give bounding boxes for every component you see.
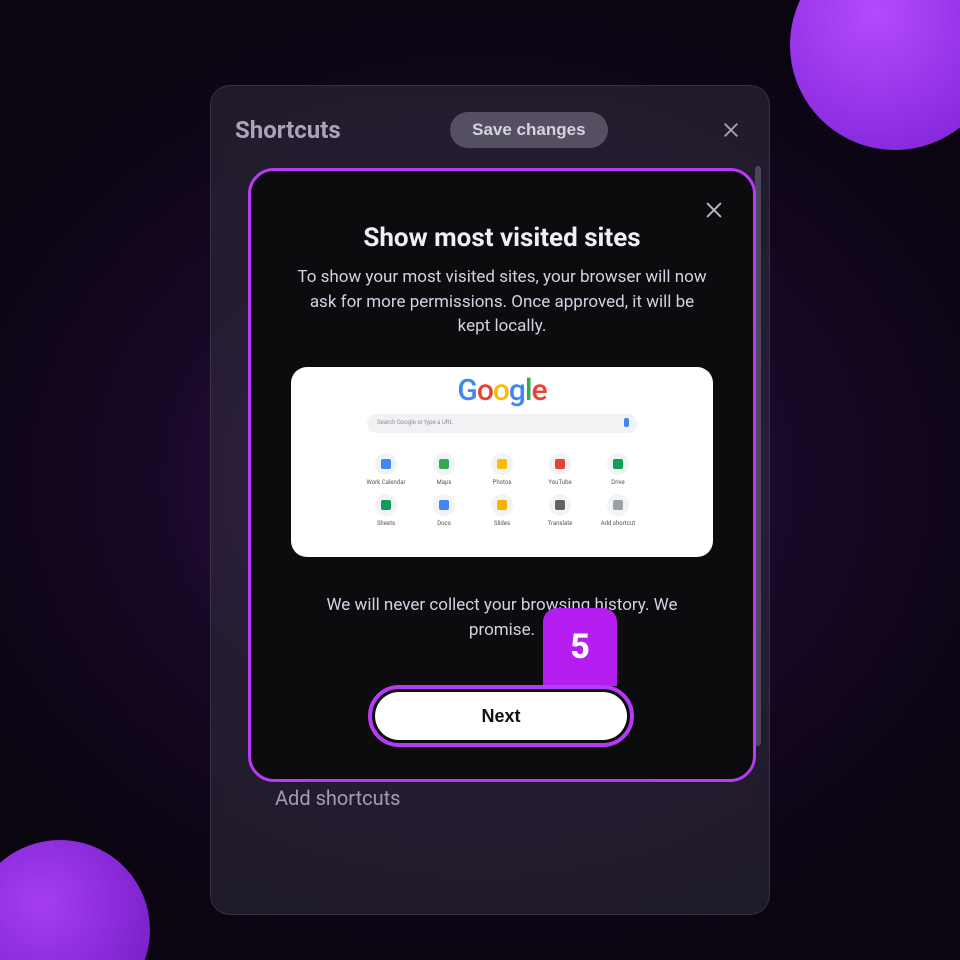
shortcut-tile-label: Sheets bbox=[377, 520, 395, 527]
shortcut-tile: YouTube bbox=[538, 453, 582, 486]
settings-title: Shortcuts bbox=[235, 116, 341, 144]
shortcut-tile-icon bbox=[375, 453, 397, 475]
browser-preview: Google Search Google or type a URL Work … bbox=[291, 367, 713, 557]
shortcut-tile-icon bbox=[375, 494, 397, 516]
shortcut-tile: Maps bbox=[422, 453, 466, 486]
shortcut-tile: Add shortcut bbox=[596, 494, 640, 527]
shortcut-tile-icon bbox=[433, 494, 455, 516]
shortcut-tile-icon bbox=[433, 453, 455, 475]
settings-header: Shortcuts Save changes bbox=[235, 112, 745, 148]
shortcut-tile-label: Slides bbox=[494, 520, 510, 527]
shortcut-tile: Drive bbox=[596, 453, 640, 486]
shortcut-tile-icon bbox=[491, 494, 513, 516]
shortcut-tile-icon bbox=[549, 494, 571, 516]
decor-circle-bottom bbox=[0, 840, 150, 960]
shortcut-tile: Photos bbox=[480, 453, 524, 486]
shortcut-tile-label: YouTube bbox=[548, 479, 571, 486]
modal-description: To show your most visited sites, your br… bbox=[293, 265, 711, 339]
shortcut-tile: Work Calendar bbox=[364, 453, 408, 486]
shortcut-tile: Docs bbox=[422, 494, 466, 527]
step-badge: 5 bbox=[543, 608, 617, 686]
close-icon bbox=[703, 199, 725, 221]
decor-circle-top bbox=[790, 0, 960, 150]
shortcut-tile-icon bbox=[607, 494, 629, 516]
shortcut-tile: Translate bbox=[538, 494, 582, 527]
add-shortcuts-label: Add shortcuts bbox=[275, 786, 400, 810]
search-input-preview: Search Google or type a URL bbox=[367, 414, 637, 433]
shortcut-tile-label: Maps bbox=[437, 479, 452, 486]
close-icon bbox=[721, 120, 741, 140]
shortcut-tile-icon bbox=[607, 453, 629, 475]
shortcut-tile: Slides bbox=[480, 494, 524, 527]
modal-title: Show most visited sites bbox=[285, 223, 719, 253]
next-button[interactable]: Next bbox=[375, 692, 627, 740]
shortcut-tile-icon bbox=[549, 453, 571, 475]
google-logo: Google bbox=[457, 373, 546, 408]
shortcut-tile-label: Translate bbox=[548, 520, 573, 527]
shortcut-tile-label: Drive bbox=[611, 479, 624, 486]
shortcut-tile: Sheets bbox=[364, 494, 408, 527]
shortcut-tile-grid: Work Calendar Maps Photos YouTube Drive Sheet… bbox=[364, 453, 640, 527]
search-placeholder: Search Google or type a URL bbox=[377, 419, 453, 426]
shortcut-tile-label: Photos bbox=[493, 479, 512, 486]
shortcut-tile-label: Add shortcut bbox=[601, 520, 636, 527]
next-button-highlight: Next bbox=[368, 685, 634, 747]
shortcut-tile-icon bbox=[491, 453, 513, 475]
save-changes-button[interactable]: Save changes bbox=[450, 112, 607, 148]
settings-close-button[interactable] bbox=[717, 116, 745, 144]
modal-close-button[interactable] bbox=[703, 199, 725, 225]
modal-promise: We will never collect your browsing hist… bbox=[293, 593, 711, 642]
mic-icon bbox=[624, 418, 629, 427]
shortcut-tile-label: Docs bbox=[437, 520, 451, 527]
shortcut-tile-label: Work Calendar bbox=[366, 479, 405, 486]
